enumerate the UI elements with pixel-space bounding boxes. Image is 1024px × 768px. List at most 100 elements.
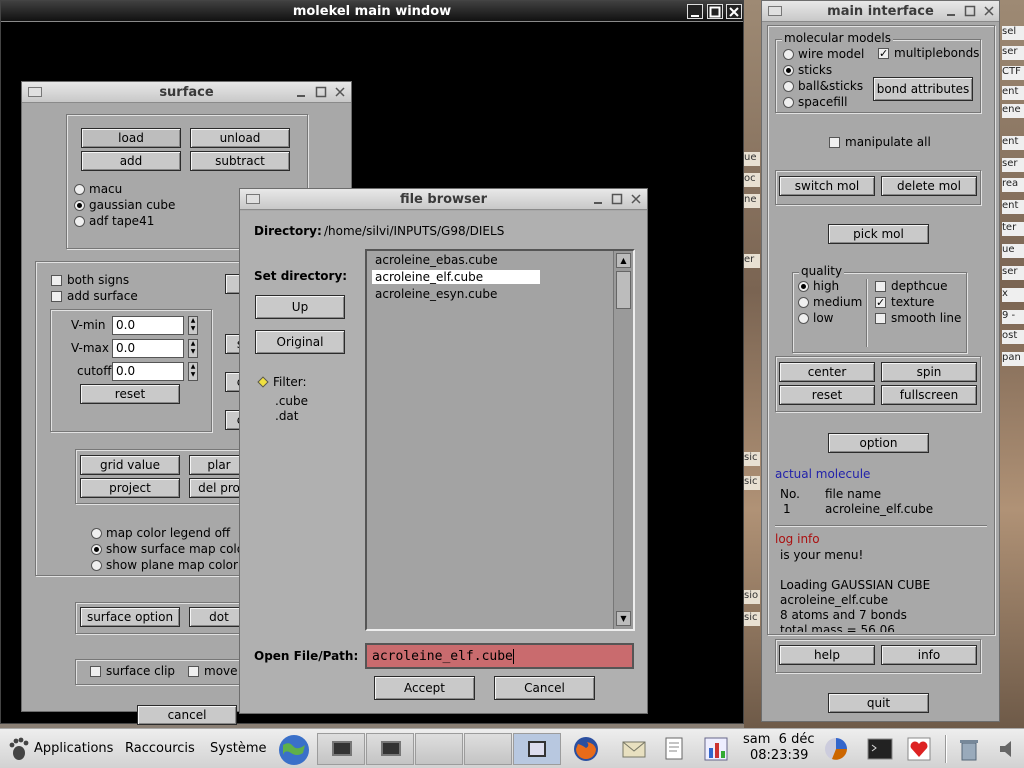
radio-show-surface-map[interactable] — [91, 544, 102, 555]
spin-button[interactable]: spin — [881, 362, 977, 382]
main-interface-titlebar[interactable]: main interface — [762, 1, 999, 22]
depthcue-checkbox[interactable] — [875, 281, 886, 292]
trash-icon[interactable] — [955, 735, 983, 763]
switch-mol-button[interactable]: switch mol — [779, 176, 875, 196]
maximize-icon[interactable] — [707, 4, 723, 19]
center-button[interactable]: center — [779, 362, 875, 382]
bond-attributes-button[interactable]: bond attributes — [873, 77, 973, 101]
quit-button[interactable]: quit — [828, 693, 929, 713]
unload-button[interactable]: unload — [190, 128, 290, 148]
manipulate-all-checkbox[interactable] — [829, 137, 840, 148]
maximize-icon[interactable] — [609, 192, 625, 207]
pie-chart-icon[interactable] — [822, 735, 850, 763]
smooth-line-checkbox[interactable] — [875, 313, 886, 324]
close-icon[interactable] — [332, 85, 348, 100]
main-window-titlebar[interactable]: molekel main window — [1, 1, 743, 22]
cutoff-stepper[interactable]: ▲ ▼ — [188, 362, 198, 381]
surface-option-button[interactable]: surface option — [80, 607, 180, 627]
radio-high[interactable] — [798, 281, 809, 292]
heart-monitor-icon[interactable] — [905, 735, 933, 763]
add-surface-checkbox[interactable] — [51, 291, 62, 302]
taskbar-window-1[interactable] — [317, 733, 365, 765]
maximize-icon[interactable] — [962, 4, 978, 19]
browser-cancel-button[interactable]: Cancel — [494, 676, 595, 700]
vmin-field[interactable]: 0.0 — [112, 316, 184, 335]
vmax-stepper[interactable]: ▲ ▼ — [188, 339, 198, 358]
close-icon[interactable] — [628, 192, 644, 207]
add-button[interactable]: add — [81, 151, 181, 171]
radio-adf-tape41[interactable] — [74, 216, 85, 227]
minimize-icon[interactable] — [293, 85, 309, 100]
grid-value-button[interactable]: grid value — [80, 455, 180, 475]
document-icon[interactable] — [660, 735, 688, 763]
close-icon[interactable] — [726, 4, 742, 19]
scroll-up-arrow[interactable]: ▲ — [616, 253, 631, 268]
original-button[interactable]: Original — [255, 330, 345, 354]
minimize-icon[interactable] — [687, 4, 703, 19]
chart-icon[interactable] — [702, 735, 730, 763]
surface-clip-checkbox[interactable] — [90, 666, 101, 677]
taskbar-window-4[interactable] — [464, 733, 512, 765]
radio-gaussian-cube[interactable] — [74, 200, 85, 211]
texture-checkbox[interactable]: ✓ — [875, 297, 886, 308]
radio-macu[interactable] — [74, 184, 85, 195]
system-menu[interactable]: Système — [210, 741, 266, 756]
filter-cube[interactable]: .cube — [275, 394, 308, 408]
project-button[interactable]: project — [80, 478, 180, 498]
delete-mol-button[interactable]: delete mol — [881, 176, 977, 196]
list-item[interactable]: acroleine_elf.cube — [372, 270, 540, 284]
surface-cancel-button[interactable]: cancel — [137, 705, 237, 725]
radio-medium[interactable] — [798, 297, 809, 308]
fullscreen-button[interactable]: fullscreen — [881, 385, 977, 405]
clock-time[interactable]: 08:23:39 — [750, 748, 808, 763]
terminal-launcher-icon[interactable] — [866, 735, 894, 763]
minimize-icon[interactable] — [590, 192, 606, 207]
mail-icon[interactable] — [620, 735, 648, 763]
gnome-foot-icon[interactable] — [4, 735, 32, 763]
pick-mol-button[interactable]: pick mol — [828, 224, 929, 244]
view-reset-button[interactable]: reset — [779, 385, 875, 405]
help-button[interactable]: help — [779, 645, 875, 665]
radio-wire-model[interactable] — [783, 49, 794, 60]
cutoff-field[interactable]: 0.0 — [112, 362, 184, 381]
surface-titlebar[interactable]: surface — [22, 82, 351, 103]
subtract-button[interactable]: subtract — [190, 151, 290, 171]
reset-button[interactable]: reset — [80, 384, 180, 404]
radio-sticks[interactable] — [783, 65, 794, 76]
list-item[interactable]: acroleine_esyn.cube — [372, 287, 497, 301]
volume-icon[interactable] — [996, 735, 1024, 763]
list-item[interactable]: acroleine_ebas.cube — [372, 253, 498, 267]
open-path-field[interactable]: acroleine_elf.cube — [365, 643, 634, 669]
up-button[interactable]: Up — [255, 295, 345, 319]
file-browser-titlebar[interactable]: file browser — [240, 189, 647, 210]
scroll-thumb[interactable] — [616, 271, 631, 309]
applications-menu[interactable]: Applications — [34, 741, 113, 756]
maximize-icon[interactable] — [313, 85, 329, 100]
load-button[interactable]: load — [81, 128, 181, 148]
accept-button[interactable]: Accept — [374, 676, 475, 700]
clock-date[interactable]: sam 6 déc — [743, 732, 814, 747]
show-desktop-button[interactable] — [513, 733, 561, 765]
globe-icon[interactable] — [277, 733, 311, 767]
option-button[interactable]: option — [828, 433, 929, 453]
minimize-icon[interactable] — [943, 4, 959, 19]
radio-ball-sticks[interactable] — [783, 81, 794, 92]
radio-low[interactable] — [798, 313, 809, 324]
close-icon[interactable] — [981, 4, 997, 19]
file-list-scrollbar[interactable]: ▲ ▼ — [613, 251, 633, 629]
multiplebonds-checkbox[interactable]: ✓ — [878, 48, 889, 59]
taskbar-window-2[interactable] — [366, 733, 414, 765]
filter-dat[interactable]: .dat — [275, 409, 299, 423]
both-signs-checkbox[interactable] — [51, 275, 62, 286]
move-checkbox[interactable] — [188, 666, 199, 677]
vmin-stepper[interactable]: ▲ ▼ — [188, 316, 198, 335]
firefox-icon[interactable] — [572, 735, 600, 763]
scroll-down-arrow[interactable]: ▼ — [616, 611, 631, 626]
vmax-field[interactable]: 0.0 — [112, 339, 184, 358]
shortcuts-menu[interactable]: Raccourcis — [125, 741, 195, 756]
info-button[interactable]: info — [881, 645, 977, 665]
radio-map-legend-off[interactable] — [91, 528, 102, 539]
taskbar-window-3[interactable] — [415, 733, 463, 765]
radio-show-plane-map[interactable] — [91, 560, 102, 571]
radio-spacefill[interactable] — [783, 97, 794, 108]
